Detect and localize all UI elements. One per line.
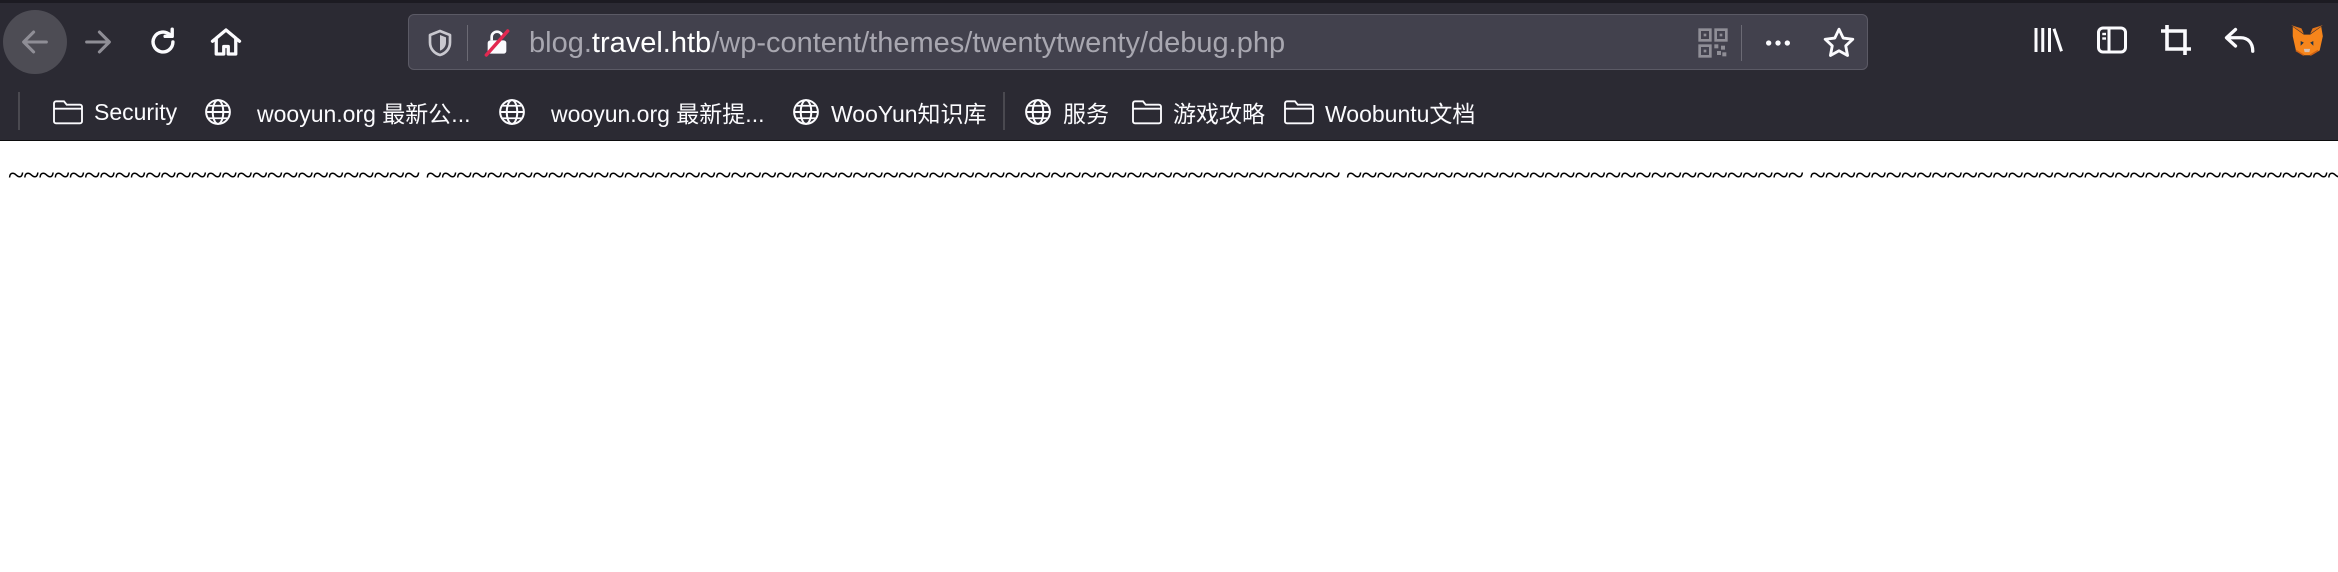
home-button[interactable] bbox=[194, 10, 258, 74]
globe-icon bbox=[1025, 99, 1051, 125]
bookmark-label: 游戏攻略 bbox=[1173, 101, 1265, 127]
bookmark-game-guides[interactable]: 游戏攻略 bbox=[1131, 84, 1265, 140]
url-bar[interactable]: blog.travel.htb/wp-content/themes/twenty… bbox=[408, 14, 1868, 70]
shield-icon[interactable] bbox=[424, 27, 456, 59]
bookmark-label: wooyun.org 最新公... bbox=[257, 101, 471, 127]
globe-icon bbox=[499, 99, 525, 125]
tab-strip-edge bbox=[0, 0, 2338, 3]
globe-icon bbox=[793, 99, 819, 125]
undo-arrow-icon[interactable] bbox=[2222, 22, 2258, 58]
bookmark-security[interactable]: Security bbox=[52, 84, 177, 140]
library-icon[interactable] bbox=[2030, 22, 2066, 58]
url-divider bbox=[1741, 25, 1742, 61]
bookmarks-separator bbox=[1003, 92, 1005, 130]
bookmark-wooyun-latest-submitted[interactable]: wooyun.org 最新提... bbox=[497, 84, 764, 140]
bookmark-wooyun-latest-public[interactable]: wooyun.org 最新公... bbox=[203, 84, 470, 140]
bookmark-label: wooyun.org 最新提... bbox=[551, 101, 765, 127]
bookmark-wooyun-drops[interactable]: WooYun知识库 bbox=[791, 84, 987, 140]
bookmark-label: Security bbox=[94, 98, 178, 125]
page-content: ~~~~~~~~~~~~~~~~~~~~~~~~~~~ ~~~~~~~~~~~~… bbox=[0, 141, 2338, 572]
bookmark-services[interactable]: 服务 bbox=[1023, 84, 1109, 140]
bookmark-label: 服务 bbox=[1063, 101, 1109, 127]
screenshot-crop-icon[interactable] bbox=[2158, 22, 2194, 58]
bookmarks-toolbar: Security wooyun.org 最新公... wooyun.org 最新… bbox=[0, 84, 2338, 141]
reload-icon bbox=[151, 27, 175, 54]
metamask-fox-icon[interactable] bbox=[2288, 22, 2326, 60]
debug-output-text: ~~~~~~~~~~~~~~~~~~~~~~~~~~~ ~~~~~~~~~~~~… bbox=[8, 159, 2338, 192]
back-arrow-icon bbox=[22, 30, 48, 54]
url-prefix: blog. bbox=[529, 27, 592, 59]
bookmarks-separator bbox=[18, 92, 20, 130]
bookmark-woobuntu-docs[interactable]: Woobuntu文档 bbox=[1283, 84, 1475, 140]
url-text[interactable]: blog.travel.htb/wp-content/themes/twenty… bbox=[529, 15, 1285, 71]
url-path: /wp-content/themes/twentytwenty/debug.ph… bbox=[711, 27, 1286, 59]
bookmark-label: WooYun知识库 bbox=[831, 101, 987, 127]
bookmark-label: Woobuntu文档 bbox=[1325, 101, 1476, 127]
url-divider bbox=[467, 25, 468, 61]
browser-toolbar: blog.travel.htb/wp-content/themes/twenty… bbox=[0, 0, 2338, 84]
more-icon[interactable] bbox=[1761, 27, 1795, 59]
qr-code-icon[interactable] bbox=[1697, 27, 1729, 59]
forward-button[interactable] bbox=[66, 10, 130, 74]
star-icon[interactable] bbox=[1821, 25, 1857, 61]
folder-icon bbox=[53, 100, 83, 125]
forward-arrow-icon bbox=[85, 30, 111, 54]
sidebar-icon[interactable] bbox=[2094, 22, 2130, 58]
globe-icon bbox=[205, 99, 231, 125]
reload-button[interactable] bbox=[131, 10, 195, 74]
insecure-lock-icon[interactable] bbox=[481, 27, 513, 59]
home-icon bbox=[210, 28, 242, 56]
folder-icon bbox=[1132, 100, 1162, 125]
back-button[interactable] bbox=[3, 10, 67, 74]
folder-icon bbox=[1284, 100, 1314, 125]
url-host: travel.htb bbox=[591, 27, 712, 59]
